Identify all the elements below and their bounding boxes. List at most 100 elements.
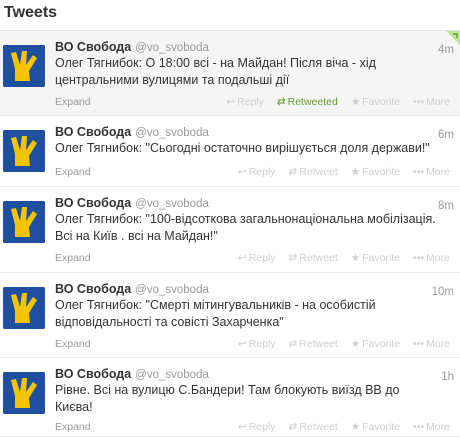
tweet-actions: Expand ↩ Reply ⇄ Retweet ★ Favorite ••• More xyxy=(55,166,450,180)
author-handle[interactable]: @vo_svoboda xyxy=(135,369,209,381)
retweet-icon: ⇄ xyxy=(276,96,286,108)
star-icon: ★ xyxy=(350,96,361,108)
favorite-label: Favorite xyxy=(362,166,401,178)
avatar[interactable] xyxy=(3,287,45,329)
tweet-text-line: відповідальності та совісті Захарченка" xyxy=(55,315,284,329)
tweet-time[interactable]: 1h xyxy=(441,371,454,383)
timeline-title: Tweets xyxy=(4,4,58,21)
avatar[interactable] xyxy=(3,130,45,172)
star-icon: ★ xyxy=(350,338,361,350)
expand-link[interactable]: Expand xyxy=(55,96,91,108)
author-name[interactable]: ВО Свобода xyxy=(55,367,131,381)
favorite-button[interactable]: ★ Favorite xyxy=(351,421,400,433)
reply-button[interactable]: ↩ Reply xyxy=(238,166,276,178)
reply-button[interactable]: ↩ Reply xyxy=(226,96,264,108)
tweet-item[interactable]: ВО Свобода @vo_svoboda 8m Олег Тягнибок: … xyxy=(0,186,460,271)
author-handle[interactable]: @vo_svoboda xyxy=(135,42,209,54)
retweet-label: Retweet xyxy=(299,421,338,433)
expand-link[interactable]: Expand xyxy=(55,166,91,178)
reply-button[interactable]: ↩ Reply xyxy=(238,421,276,433)
more-label: More xyxy=(426,166,450,178)
reply-label: Reply xyxy=(248,252,276,264)
more-button[interactable]: ••• More xyxy=(413,166,450,178)
avatar[interactable] xyxy=(3,372,45,414)
star-icon: ★ xyxy=(350,421,361,433)
retweet-icon: ⇄ xyxy=(288,421,298,433)
favorite-button[interactable]: ★ Favorite xyxy=(351,166,400,178)
more-button[interactable]: ••• More xyxy=(413,96,450,108)
author-handle[interactable]: @vo_svoboda xyxy=(135,284,209,296)
retweet-button[interactable]: ⇄ Retweet xyxy=(288,166,337,178)
tweet-header: ВО Свобода @vo_svoboda xyxy=(55,367,450,383)
more-dots-icon: ••• xyxy=(413,338,425,350)
retweet-button[interactable]: ⇄ Retweet xyxy=(288,338,337,350)
tweet-item[interactable]: ВО Свобода @vo_svoboda 10m Олег Тягнибок:… xyxy=(0,272,460,357)
avatar[interactable] xyxy=(3,45,45,87)
expand-link[interactable]: Expand xyxy=(55,421,91,433)
tweet-text-line: Рівне. Всі на вулицю С.Бандери! Там блок… xyxy=(55,383,400,397)
reply-icon: ↩ xyxy=(237,166,247,178)
tweet-time[interactable]: 8m xyxy=(438,200,454,212)
tweet-text-line: центральними вулицями та подальші дії xyxy=(55,73,290,87)
favorite-button[interactable]: ★ Favorite xyxy=(351,338,400,350)
author-handle[interactable]: @vo_svoboda xyxy=(135,198,209,210)
tweet-actions: Expand ↩ Reply ⇄ Retweet ★ Favorite ••• More xyxy=(55,421,450,435)
expand-link[interactable]: Expand xyxy=(55,252,91,264)
favorite-button[interactable]: ★ Favorite xyxy=(351,252,400,264)
expand-link[interactable]: Expand xyxy=(55,338,91,350)
tweet-actions: Expand ↩ Reply ⇄ Retweeted ★ Favorite ••• Mo… xyxy=(55,96,450,110)
author-name[interactable]: ВО Свобода xyxy=(55,125,131,139)
star-icon: ★ xyxy=(350,166,361,178)
reply-label: Reply xyxy=(248,166,276,178)
tweet-actions: Expand ↩ Reply ⇄ Retweet ★ Favorite ••• More xyxy=(55,338,450,352)
timeline-header: Tweets xyxy=(0,0,460,30)
tweet-time[interactable]: 4m xyxy=(438,44,454,56)
tweet-text-line: Олег Тягнибок: О 18:00 всі - на Майдан! … xyxy=(55,56,376,70)
retweet-label: Retweet xyxy=(299,338,338,350)
favorite-label: Favorite xyxy=(362,252,401,264)
retweet-label: Retweeted xyxy=(287,96,338,108)
retweet-label: Retweet xyxy=(299,166,338,178)
avatar[interactable] xyxy=(3,201,45,243)
favorite-label: Favorite xyxy=(362,421,401,433)
tweet-text: Олег Тягнибок: "Сьогодні остаточно виріш… xyxy=(55,140,440,157)
reply-label: Reply xyxy=(248,421,276,433)
favorite-button[interactable]: ★ Favorite xyxy=(351,96,400,108)
more-label: More xyxy=(426,338,450,350)
retweet-icon: ⇄ xyxy=(288,166,298,178)
retweet-icon: ⇄ xyxy=(288,338,298,350)
tweet-item[interactable]: ВО Свобода @vo_svoboda 1h Рівне. Всі на в… xyxy=(0,357,460,437)
tweet-text: Олег Тягнибок: "Смерті мітингувальників … xyxy=(55,297,440,331)
author-handle[interactable]: @vo_svoboda xyxy=(135,127,209,139)
reply-icon: ↩ xyxy=(237,421,247,433)
retweet-button[interactable]: ⇄ Retweet xyxy=(288,421,337,433)
retweet-label: Retweet xyxy=(299,252,338,264)
more-button[interactable]: ••• More xyxy=(413,338,450,350)
reply-icon: ↩ xyxy=(226,96,236,108)
tweet-text: Рівне. Всі на вулицю С.Бандери! Там блок… xyxy=(55,382,440,416)
author-name[interactable]: ВО Свобода xyxy=(55,40,131,54)
retweet-button[interactable]: ⇄ Retweeted xyxy=(277,96,338,108)
tweet-text: Олег Тягнибок: "100-відсоткова загальнон… xyxy=(55,211,440,245)
author-name[interactable]: ВО Свобода xyxy=(55,196,131,210)
favorite-label: Favorite xyxy=(362,96,401,108)
star-icon: ★ xyxy=(350,252,361,264)
more-dots-icon: ••• xyxy=(413,96,425,108)
more-label: More xyxy=(426,421,450,433)
tweet-text-line: Києва! xyxy=(55,400,93,414)
tweet-item[interactable]: ВО Свобода @vo_svoboda 4m Олег Тягнибок: … xyxy=(0,30,460,115)
author-name[interactable]: ВО Свобода xyxy=(55,282,131,296)
tweet-time[interactable]: 6m xyxy=(438,129,454,141)
retweet-button[interactable]: ⇄ Retweet xyxy=(288,252,337,264)
more-dots-icon: ••• xyxy=(413,166,425,178)
more-label: More xyxy=(426,96,450,108)
reply-button[interactable]: ↩ Reply xyxy=(238,252,276,264)
reply-icon: ↩ xyxy=(237,338,247,350)
tweet-header: ВО Свобода @vo_svoboda xyxy=(55,125,450,141)
more-button[interactable]: ••• More xyxy=(413,421,450,433)
more-button[interactable]: ••• More xyxy=(413,252,450,264)
retweet-icon: ⇄ xyxy=(288,252,298,264)
reply-icon: ↩ xyxy=(237,252,247,264)
reply-label: Reply xyxy=(237,96,264,108)
reply-button[interactable]: ↩ Reply xyxy=(238,338,276,350)
